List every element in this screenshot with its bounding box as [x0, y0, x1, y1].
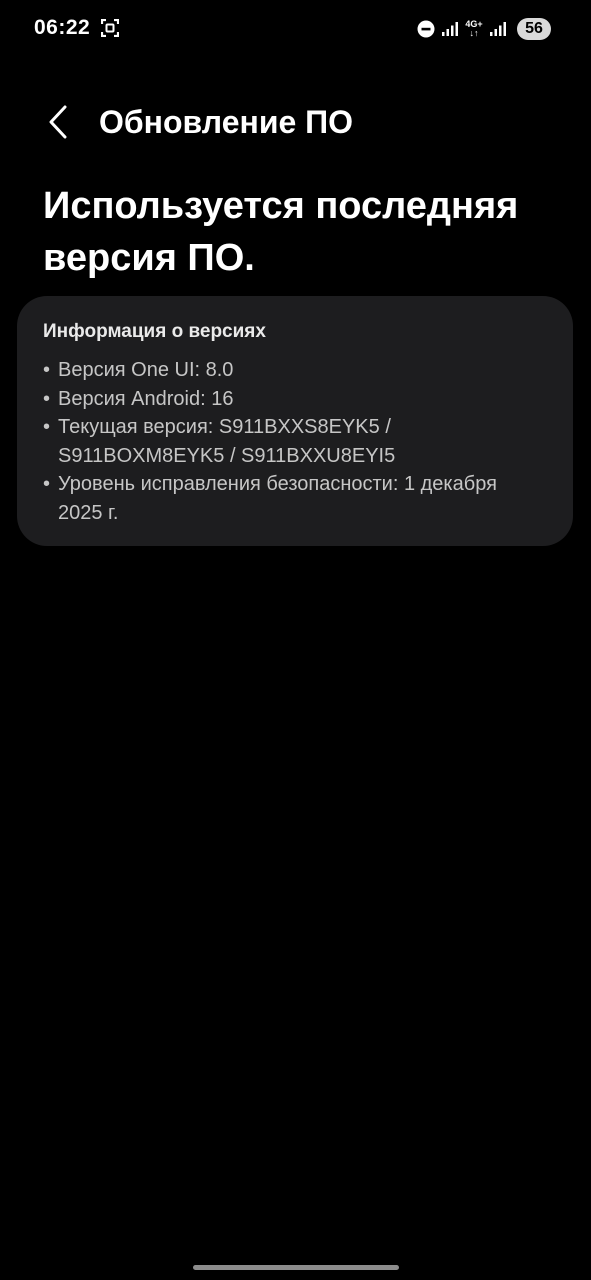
app-header: Обновление ПО: [0, 96, 591, 152]
screenshot-icon: [100, 18, 120, 38]
card-title: Информация о версиях: [43, 321, 266, 342]
status-icons: 4G+ ↓↑ 56: [417, 16, 551, 42]
list-item-android-version: • Версия Android: 16: [43, 385, 543, 414]
signal-icon-sim2: [489, 21, 507, 37]
status-bar: 06:22 4G+ ↓↑ 56: [0, 0, 591, 60]
one-ui-version-text: Версия One UI: 8.0: [58, 359, 234, 381]
do-not-disturb-icon: [417, 20, 435, 38]
back-button[interactable]: [38, 102, 78, 146]
page-title: Обновление ПО: [99, 104, 354, 140]
home-indicator[interactable]: [193, 1265, 399, 1270]
battery-indicator: 56: [517, 18, 551, 40]
bullet: •: [43, 359, 51, 381]
current-version-text: Текущая версия: S911BXXS8EYK5 / S911BOXM…: [58, 416, 396, 467]
signal-icon: [441, 21, 459, 37]
list-item-current-version: • Текущая версия: S911BXXS8EYK5 / S911BO…: [43, 413, 543, 470]
bullet: •: [43, 473, 51, 495]
security-patch-text: Уровень исправления безопасности: 1 дека…: [58, 473, 497, 524]
android-version-text: Версия Android: 16: [58, 387, 234, 410]
chevron-left-icon: [48, 105, 68, 144]
network-type-icon: 4G+ ↓↑: [465, 19, 483, 38]
list-item-one-ui-version: • Версия One UI: 8.0: [43, 356, 543, 385]
version-info-card: Информация о версиях • Версия One UI: 8.…: [17, 296, 573, 546]
bullet: •: [43, 416, 51, 438]
update-status-heading: Используется последняя версия ПО.: [43, 185, 519, 279]
version-info-list: • Версия One UI: 8.0 • Версия Android: 1…: [43, 356, 543, 527]
status-time: 06:22: [34, 16, 91, 39]
bullet: •: [43, 387, 51, 410]
list-item-security-patch: • Уровень исправления безопасности: 1 де…: [43, 470, 543, 527]
